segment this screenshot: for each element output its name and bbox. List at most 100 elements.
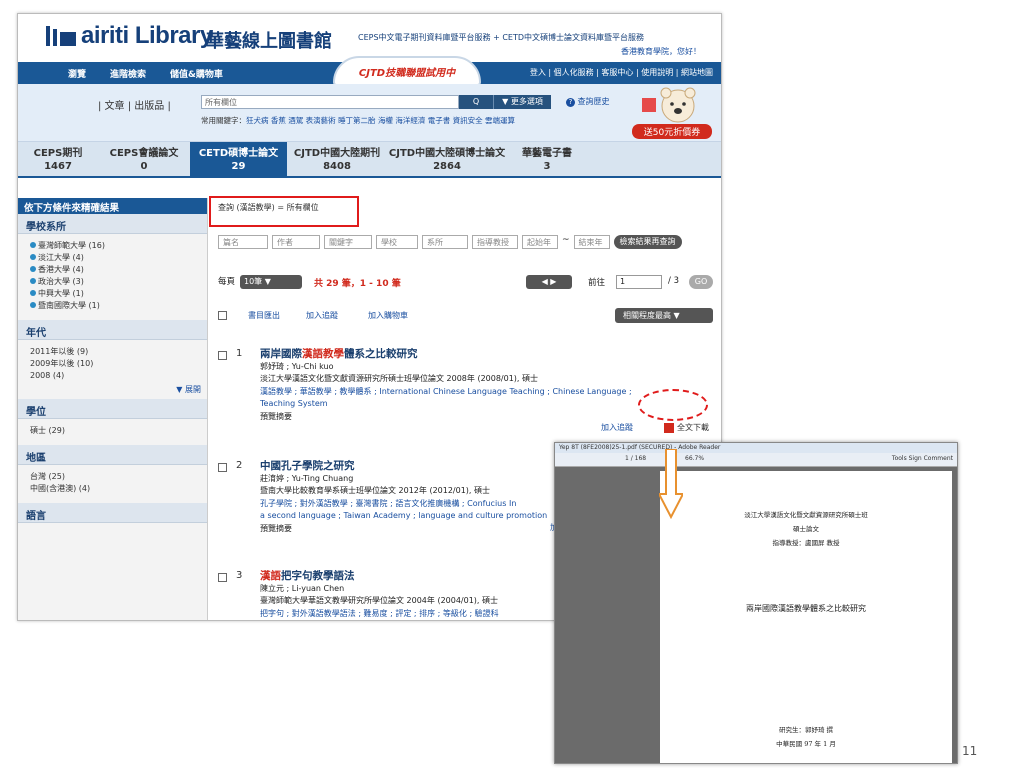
tab-ceps-conference[interactable]: CEPS會議論文 0 [98, 142, 190, 176]
facet-item[interactable]: 中國(含港澳) (4) [30, 483, 195, 495]
filter-author[interactable]: 作者 [272, 235, 320, 249]
promo-text: 送50元折價券 [644, 126, 700, 138]
search-field-select[interactable]: 所有欄位 [201, 95, 459, 109]
nav-browse[interactable]: 瀏覽 [56, 67, 98, 80]
expand-link[interactable]: ▼ 展開 [18, 384, 207, 395]
full-text-download-button[interactable]: 全文下載 [664, 422, 709, 435]
tab-label: CJTD中國大陸期刊 [293, 148, 381, 159]
filter-start-year[interactable]: 起始年 [522, 235, 558, 249]
pdf-doc-title: 兩岸國際漢語教學體系之比較研究 [746, 604, 866, 613]
facet-item[interactable]: 中興大學 (1) [30, 288, 195, 300]
pdf-page-info[interactable]: 1 / 168 [625, 455, 646, 462]
pdf-right-tools[interactable]: Tools Sign Comment [892, 455, 953, 462]
facet-item[interactable]: 政治大學 (3) [30, 276, 195, 288]
facet-item[interactable]: 2008 (4) [30, 370, 195, 382]
per-page-select[interactable]: 10筆 ▼ [240, 275, 302, 289]
search-history-link[interactable]: ? 查詢歷史 [566, 96, 610, 107]
search-button[interactable]: Q [459, 95, 493, 109]
tab-label: 華藝電子書 [522, 148, 572, 159]
facet-item[interactable]: 臺灣師範大學 (16) [30, 240, 195, 252]
help-icon: ? [566, 98, 575, 107]
add-track-button[interactable]: 加入追蹤 [306, 310, 338, 321]
cjtd-trial-ribbon[interactable]: CJTD技職聯盟試用中 [333, 56, 481, 86]
facet-item[interactable]: 香港大學 (4) [30, 264, 195, 276]
more-options-button[interactable]: ▼ 更多選項 [493, 95, 551, 109]
service-info: CEPS中文電子期刊資料庫暨平台服務 + CETD中文碩博士論文資料庫暨平台服務 [358, 33, 645, 42]
category-links[interactable]: | 文章 | 出版品 | [98, 97, 171, 112]
keyword[interactable]: 香蕉 [271, 116, 286, 125]
airiti-logo-icon [46, 26, 76, 46]
header: airiti Library 華藝線上圖書館 CEPS中文電子期刊資料庫暨平台服… [18, 14, 721, 62]
keywords-label: 常用關鍵字： [201, 116, 246, 125]
keyword[interactable]: 資訊安全 [453, 116, 483, 125]
facet-item[interactable]: 2011年以後 (9) [30, 346, 195, 358]
tab-ceps-journal[interactable]: CEPS期刊 1467 [18, 142, 98, 176]
download-label: 全文下載 [677, 423, 709, 432]
page-prev-next-buttons[interactable]: ◀ ▶ [526, 275, 572, 289]
add-cart-button[interactable]: 加入購物車 [368, 310, 408, 321]
tab-label: CEPS會議論文 [109, 148, 179, 159]
result-title[interactable]: 兩岸國際漢語教學體系之比較研究 [260, 348, 713, 361]
row-checkbox[interactable] [218, 463, 227, 472]
filter-end-year[interactable]: 結束年 [573, 235, 610, 249]
nav-cart[interactable]: 儲值&購物車 [158, 67, 235, 80]
keyword[interactable]: 雲端運算 [485, 116, 515, 125]
pdf-date: 中華民國 97 年 1 月 [776, 740, 836, 748]
tab-cetd-thesis[interactable]: CETD碩博士論文 29 [190, 142, 287, 176]
facet-item[interactable]: 台灣 (25) [30, 471, 195, 483]
facet-year[interactable]: 年代 [18, 320, 207, 340]
keyword[interactable]: 海洋經濟 [395, 116, 425, 125]
keyword[interactable]: 海權 [378, 116, 393, 125]
filter-title[interactable]: 篇名 [218, 235, 268, 249]
keyword[interactable]: 表演藝術 [306, 116, 336, 125]
track-link[interactable]: 加入追蹤 [601, 422, 633, 435]
row-checkbox[interactable] [218, 351, 227, 360]
row-number: 1 [236, 348, 243, 359]
tab-cjtd-journal[interactable]: CJTD中國大陸期刊 8408 [287, 142, 387, 176]
pdf-zoom[interactable]: 66.7% [685, 455, 704, 462]
page-input[interactable]: 1 [616, 275, 662, 289]
go-button[interactable]: GO [689, 275, 713, 289]
filter-keyword[interactable]: 關鍵字 [324, 235, 372, 249]
sort-select[interactable]: 相關程度最高 ▼ [615, 308, 713, 323]
slide-page-number: 11 [962, 744, 978, 758]
filter-department[interactable]: 系所 [422, 235, 468, 249]
filter-advisor[interactable]: 指導教授 [472, 235, 518, 249]
facet-item[interactable]: 淡江大學 (4) [30, 252, 195, 264]
page-total: / 3 [668, 276, 679, 286]
filter-school[interactable]: 學校 [376, 235, 418, 249]
facet-item[interactable]: 碩士 (29) [30, 425, 195, 437]
keyword[interactable]: 睡丁第二胎 [338, 116, 376, 125]
tab-ebook[interactable]: 華藝電子書 3 [507, 142, 587, 176]
tab-label: CETD碩博士論文 [198, 148, 279, 159]
facet-region[interactable]: 地區 [18, 445, 207, 465]
nav-advanced-search[interactable]: 進階檢索 [98, 67, 158, 80]
row-number: 3 [236, 570, 243, 581]
refine-search-button[interactable]: 檢索結果再查詢 [613, 235, 682, 249]
keyword[interactable]: 電子書 [428, 116, 451, 125]
per-page-value: 10筆 [244, 277, 263, 286]
bullet-icon [30, 290, 36, 296]
per-page-label: 每頁 [218, 277, 236, 287]
facet-item[interactable]: 2009年以後 (10) [30, 358, 195, 370]
keyword[interactable]: 狂犬病 [246, 116, 269, 125]
database-tabs: CEPS期刊 1467 CEPS會議論文 0 CETD碩博士論文 29 CJTD中國大… [18, 142, 721, 178]
facet-language[interactable]: 語言 [18, 503, 207, 523]
pdf-icon [664, 422, 675, 433]
nav-right-links[interactable]: 登入 | 個人化服務 | 客服中心 | 使用說明 | 網站地圖 [530, 67, 713, 78]
result-author[interactable]: 郭妤琦 ; Yu-Chi kuo [260, 361, 713, 374]
facet-item[interactable]: 暨南國際大學 (1) [30, 300, 195, 312]
facet-school[interactable]: 學校系所 [18, 214, 207, 234]
bear-mascot-icon[interactable]: 送50元折價券 [628, 84, 716, 142]
keyword[interactable]: 酒駕 [288, 116, 303, 125]
row-checkbox[interactable] [218, 573, 227, 582]
tab-cjtd-thesis[interactable]: CJTD中國大陸碩博士論文 2864 [387, 142, 507, 176]
pdf-window-title: Yep 8T (8FE2008)25-1.pdf (SECURED) - Ado… [555, 443, 957, 453]
pdf-toolbar: 1 / 168 66.7% Tools Sign Comment [555, 453, 957, 467]
select-all-checkbox[interactable] [218, 311, 227, 320]
refine-sidebar: 依下方條件來精確結果 學校系所 臺灣師範大學 (16) 淡江大學 (4) 香港大… [18, 198, 208, 620]
export-citation-button[interactable]: 書目匯出 [248, 310, 280, 321]
facet-degree[interactable]: 學位 [18, 399, 207, 419]
pdf-line: 碩士論文 [793, 525, 819, 533]
logo-text: airiti Library [81, 22, 213, 49]
